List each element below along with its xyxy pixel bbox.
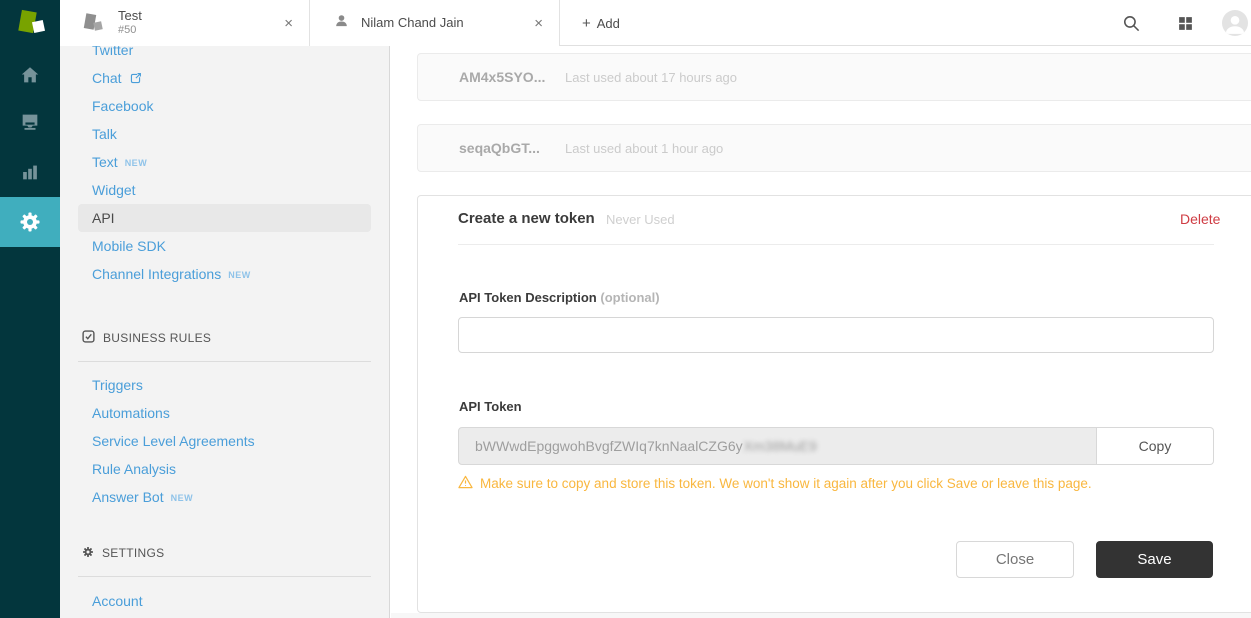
- sidebar-item-automations[interactable]: Automations: [60, 399, 389, 427]
- tab-title: Nilam Chand Jain: [361, 16, 464, 31]
- api-token-label: API Token: [459, 399, 522, 414]
- optional-hint: (optional): [600, 290, 659, 305]
- sidebar-item-rule-analysis[interactable]: Rule Analysis: [60, 455, 389, 483]
- avatar[interactable]: [1222, 10, 1248, 36]
- views-icon[interactable]: [0, 97, 60, 147]
- tab-ticket-number: #50: [118, 24, 142, 37]
- new-badge: NEW: [171, 491, 194, 503]
- new-badge: NEW: [125, 156, 148, 168]
- token-last-used: Last used about 1 hour ago: [565, 141, 723, 156]
- top-bar: Test #50 × Nilam Chand Jain × + Add: [0, 0, 1251, 46]
- token-name: AM4x5SYO...: [459, 69, 565, 85]
- create-token-panel: Create a new token Never Used Delete API…: [417, 195, 1251, 613]
- search-icon[interactable]: [1117, 9, 1145, 37]
- page-bottom-strip: [391, 613, 1251, 618]
- sidebar-item-facebook[interactable]: Facebook: [60, 92, 389, 120]
- gear-small-icon: [82, 546, 94, 561]
- zendesk-logo[interactable]: [0, 0, 60, 46]
- sidebar-item-label: Automations: [92, 405, 170, 421]
- close-icon[interactable]: ×: [534, 0, 543, 46]
- token-value-group: bWWwdEpggwohBvgfZWIq7knNaalCZG6y Xm38MuE…: [458, 427, 1214, 465]
- settings-gear-icon[interactable]: [0, 197, 60, 247]
- sidebar-item-label: Answer Bot: [92, 489, 164, 505]
- new-badge: NEW: [228, 268, 251, 280]
- sidebar-item-label: Talk: [92, 126, 117, 142]
- token-name: seqaQbGT...: [459, 140, 565, 156]
- sidebar-item-account[interactable]: Account: [60, 587, 389, 615]
- sidebar-item-text[interactable]: Text NEW: [60, 148, 389, 176]
- close-icon[interactable]: ×: [284, 0, 293, 46]
- tab-ticket-test[interactable]: Test #50 ×: [60, 0, 310, 46]
- add-tab-label: Add: [597, 16, 620, 31]
- home-icon[interactable]: [0, 50, 60, 100]
- sidebar-item-api[interactable]: API: [78, 204, 371, 232]
- sidebar-item-label: Service Level Agreements: [92, 433, 255, 449]
- token-row-disabled: seqaQbGT... Last used about 1 hour ago: [417, 124, 1251, 172]
- section-settings: SETTINGS: [60, 545, 389, 561]
- copy-button[interactable]: Copy: [1097, 427, 1214, 465]
- tab-user-nilam[interactable]: Nilam Chand Jain ×: [310, 0, 560, 46]
- sidebar-item-label: Rule Analysis: [92, 461, 176, 477]
- divider: [458, 244, 1214, 245]
- sidebar-item-label: Mobile SDK: [92, 238, 166, 254]
- ticket-tab-icon: [84, 12, 104, 34]
- nav-rail: [0, 46, 60, 618]
- sidebar-item-label: Channel Integrations: [92, 266, 221, 282]
- warning-triangle-icon: [458, 475, 473, 492]
- sidebar-item-label: Widget: [92, 182, 136, 198]
- section-business-rules: BUSINESS RULES: [60, 330, 389, 346]
- sidebar-item-answer-bot[interactable]: Answer Bot NEW: [60, 483, 389, 511]
- person-icon: [334, 13, 349, 33]
- sidebar-item-chat[interactable]: Chat: [60, 64, 389, 92]
- divider: [78, 576, 371, 577]
- sidebar-item-talk[interactable]: Talk: [60, 120, 389, 148]
- token-last-used: Last used about 17 hours ago: [565, 70, 737, 85]
- add-tab-button[interactable]: + Add: [582, 0, 620, 46]
- token-value-field[interactable]: bWWwdEpggwohBvgfZWIq7knNaalCZG6y Xm38MuE…: [458, 427, 1097, 465]
- plus-icon: +: [582, 15, 591, 32]
- warning-text: Make sure to copy and store this token. …: [480, 476, 1092, 491]
- sidebar-item-label: Text: [92, 154, 118, 170]
- sidebar-item-twitter[interactable]: Twitter: [60, 46, 389, 64]
- section-title: SETTINGS: [102, 546, 164, 560]
- token-row-disabled: AM4x5SYO... Last used about 17 hours ago: [417, 53, 1251, 101]
- checkbox-check-icon: [82, 330, 95, 346]
- settings-sidebar: Twitter Chat Facebook Talk Text NEW Widg…: [60, 46, 390, 618]
- token-status: Never Used: [606, 212, 675, 227]
- token-value-redacted: Xm38MuE9: [744, 438, 817, 454]
- api-tokens-main: AM4x5SYO... Last used about 17 hours ago…: [391, 46, 1251, 618]
- sidebar-item-label: Facebook: [92, 98, 153, 114]
- external-link-icon: [129, 72, 142, 85]
- section-title: BUSINESS RULES: [103, 331, 211, 345]
- panel-title: Create a new token: [458, 210, 595, 227]
- token-description-input[interactable]: [458, 317, 1214, 353]
- delete-link[interactable]: Delete: [1180, 211, 1220, 227]
- description-label: API Token Description (optional): [459, 290, 660, 305]
- sidebar-item-label: API: [92, 210, 115, 226]
- sidebar-item-label: Triggers: [92, 377, 143, 393]
- divider: [78, 361, 371, 362]
- sidebar-item-triggers[interactable]: Triggers: [60, 371, 389, 399]
- tab-title: Test: [118, 9, 142, 24]
- close-button[interactable]: Close: [956, 541, 1074, 578]
- sidebar-item-service-level-agreements[interactable]: Service Level Agreements: [60, 427, 389, 455]
- zendesk-logo-white-shape: [32, 20, 45, 33]
- sidebar-item-mobile-sdk[interactable]: Mobile SDK: [60, 232, 389, 260]
- token-warning: Make sure to copy and store this token. …: [458, 475, 1092, 492]
- save-button[interactable]: Save: [1096, 541, 1213, 578]
- sidebar-item-widget[interactable]: Widget: [60, 176, 389, 204]
- reports-icon[interactable]: [0, 147, 60, 197]
- sidebar-item-label: Chat: [92, 70, 122, 86]
- token-value-visible: bWWwdEpggwohBvgfZWIq7knNaalCZG6y: [475, 438, 743, 454]
- apps-grid-icon[interactable]: [1171, 9, 1199, 37]
- sidebar-item-channel-integrations[interactable]: Channel Integrations NEW: [60, 260, 389, 288]
- sidebar-item-label: Twitter: [92, 46, 133, 58]
- sidebar-item-label: Account: [92, 593, 143, 609]
